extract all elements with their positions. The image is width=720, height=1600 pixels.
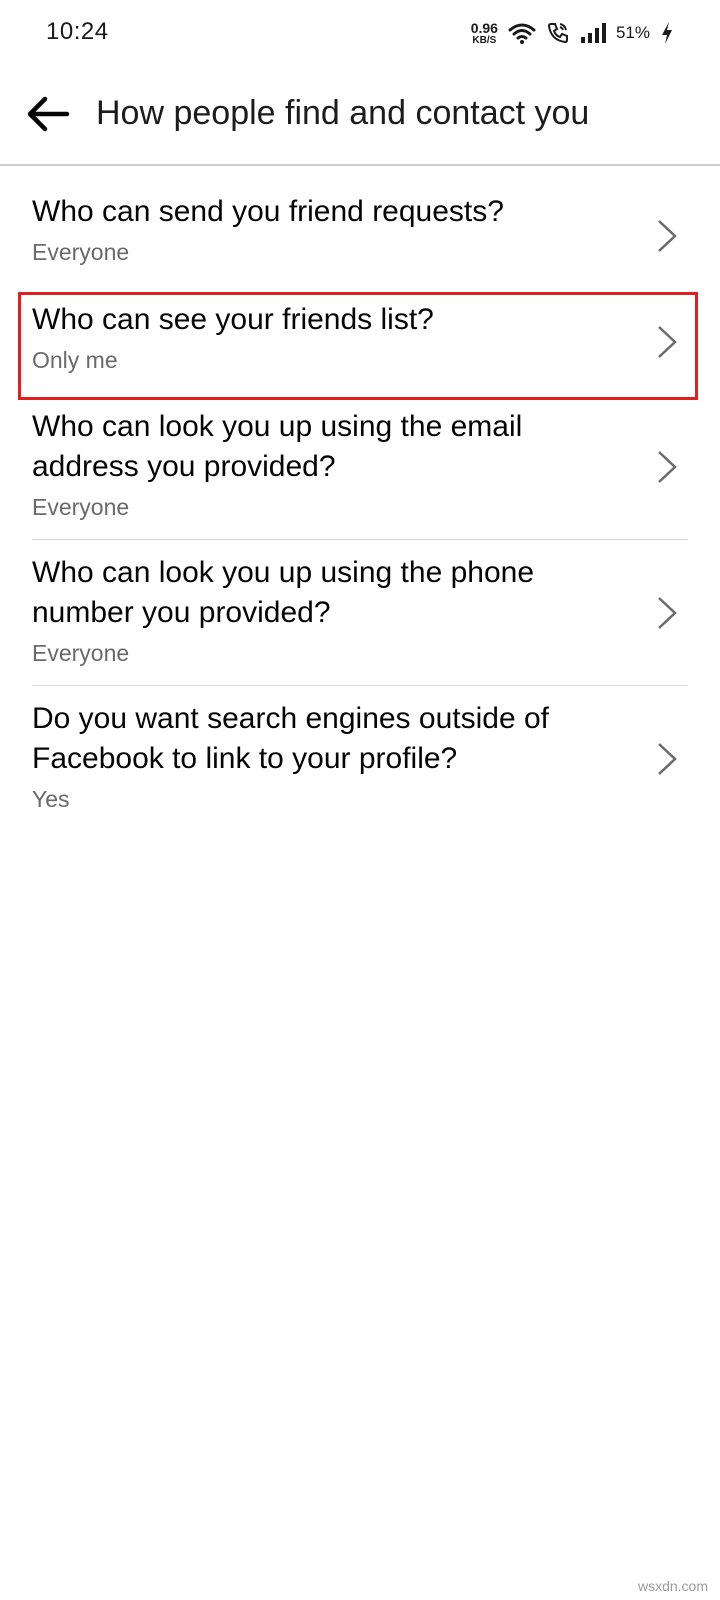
status-time: 10:24 (46, 18, 109, 45)
setting-answer: Everyone (32, 494, 130, 520)
watermark: wsxdn.com (637, 1578, 708, 1594)
setting-answer: Everyone (32, 640, 130, 666)
setting-answer: Yes (32, 786, 70, 812)
setting-answer: Everyone (32, 239, 130, 265)
battery-level: 51% (615, 23, 650, 42)
setting-friend-requests[interactable]: Who can send you friend requests? Everyo… (32, 192, 688, 268)
setting-search-engines[interactable]: Do you want search engines outside of Fa… (32, 699, 688, 815)
setting-lookup-phone[interactable]: Who can look you up using the phone numb… (32, 553, 688, 669)
back-button[interactable] (22, 88, 74, 140)
network-speed-unit: KB/S (472, 34, 497, 46)
status-icons: 0.96 KB/S 51% (471, 16, 674, 50)
chevron-right-icon (658, 451, 677, 483)
signal-icon (580, 23, 606, 43)
chevron-right-icon (658, 743, 677, 775)
setting-question: Who can look you up using the phone numb… (32, 556, 535, 629)
setting-question: Who can look you up using the email addr… (32, 410, 523, 483)
setting-lookup-email[interactable]: Who can look you up using the email addr… (32, 407, 688, 523)
app-header: How people find and contact you (0, 64, 720, 166)
network-speed: 0.96 KB/S (471, 21, 498, 46)
highlight-box (18, 292, 698, 400)
network-speed-value: 0.96 (470, 19, 498, 36)
charging-icon (662, 22, 672, 44)
back-arrow-icon (27, 96, 70, 132)
wifi-icon (508, 23, 536, 44)
chevron-right-icon (658, 597, 677, 629)
setting-question: Do you want search engines outside of Fa… (32, 702, 549, 775)
setting-question: Who can send you friend requests? (32, 195, 504, 228)
page-title: How people find and contact you (96, 94, 590, 132)
divider (32, 685, 688, 686)
wifi-calling-icon (547, 23, 568, 44)
divider (32, 539, 688, 540)
chevron-right-icon (658, 220, 677, 252)
status-bar: 10:24 0.96 KB/S 51% (0, 0, 720, 64)
